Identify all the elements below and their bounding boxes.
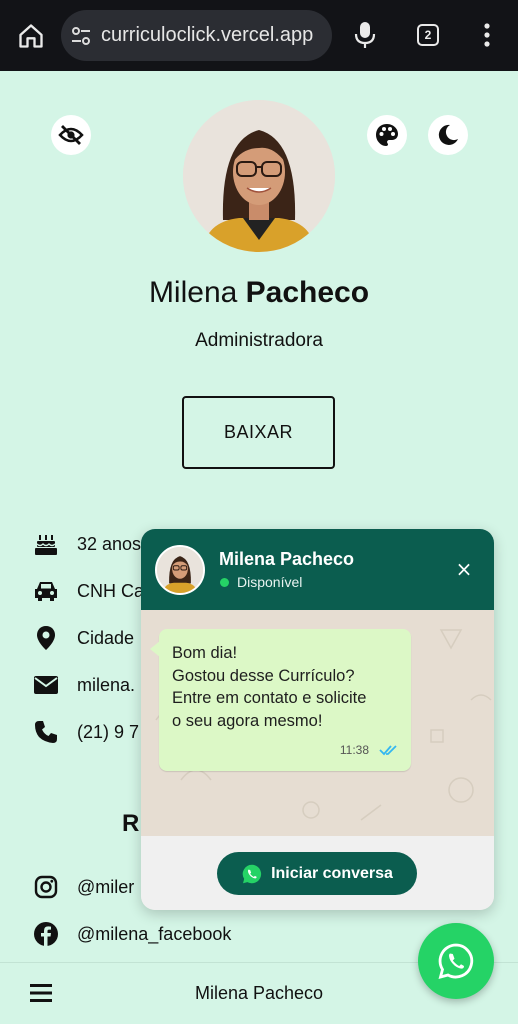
first-name: Milena	[148, 276, 238, 309]
info-text: milena.	[77, 674, 136, 695]
browser-toolbar: curriculoclick.vercel.app 2	[0, 0, 518, 71]
info-city-row: Cidade	[32, 623, 134, 653]
double-check-icon	[379, 745, 397, 756]
start-conversation-label: Iniciar conversa	[271, 864, 393, 882]
theme-color-button[interactable]	[367, 115, 407, 155]
chat-header: Milena Pacheco Disponível ×	[141, 529, 494, 610]
info-text: (21) 9 7	[77, 721, 140, 742]
hide-toggle-button[interactable]	[51, 115, 91, 155]
more-options-icon[interactable]	[482, 22, 492, 48]
close-icon[interactable]: ×	[453, 558, 475, 580]
site-settings-icon[interactable]	[71, 26, 91, 46]
online-status-dot	[220, 578, 229, 587]
download-button[interactable]: BAIXAR	[182, 396, 335, 469]
message-line: Bom dia!	[172, 644, 238, 662]
profile-role: Administradora	[195, 330, 323, 351]
start-conversation-button[interactable]: Iniciar conversa	[217, 852, 417, 895]
eye-off-icon	[58, 125, 84, 145]
profile-photo	[183, 100, 335, 252]
microphone-icon[interactable]	[353, 21, 377, 49]
message-time: 11:38	[339, 743, 369, 757]
cake-icon	[32, 531, 60, 557]
message-line: o seu agora mesmo!	[172, 711, 323, 730]
phone-icon	[32, 719, 60, 745]
url-text: curriculoclick.vercel.app	[101, 24, 314, 46]
social-facebook-row[interactable]: @milena_facebook	[32, 919, 231, 949]
whatsapp-icon	[438, 943, 474, 979]
message-line: Gostou desse Currículo?	[172, 666, 355, 685]
profile-name: Milena Pacheco	[0, 276, 518, 310]
info-email-row: milena.	[32, 670, 135, 700]
facebook-icon	[32, 921, 60, 947]
social-text: @miler	[77, 876, 135, 897]
address-bar[interactable]: curriculoclick.vercel.app	[61, 10, 332, 61]
email-icon	[32, 672, 60, 698]
location-icon	[32, 625, 60, 651]
info-text: CNH Ca	[77, 580, 145, 601]
info-age-row: 32 anos	[32, 529, 141, 559]
dark-mode-button[interactable]	[428, 115, 468, 155]
info-phone-row: (21) 9 7	[32, 717, 139, 747]
social-instagram-row[interactable]: @miler	[32, 872, 134, 902]
palette-icon	[376, 124, 398, 146]
car-icon	[32, 578, 60, 604]
last-name: Pacheco	[245, 276, 370, 309]
info-text: 32 anos	[77, 533, 142, 554]
chat-avatar	[155, 545, 205, 595]
chat-contact-name: Milena Pacheco	[219, 549, 355, 569]
chat-footer: Iniciar conversa	[141, 836, 494, 910]
chat-message-bubble: Bom dia! Gostou desse Currículo? Entre e…	[150, 629, 411, 771]
moon-icon	[438, 124, 458, 145]
message-line: Entre em contato e solicite	[172, 689, 367, 707]
tab-switcher-button[interactable]: 2	[417, 24, 439, 46]
section-heading: R	[122, 810, 140, 837]
social-text: @milena_facebook	[77, 923, 232, 944]
whatsapp-floating-button[interactable]	[418, 923, 494, 999]
whatsapp-chat-popup: Milena Pacheco Disponível × Bom dia! Gos…	[141, 529, 494, 910]
whatsapp-icon	[242, 864, 262, 883]
info-text: Cidade	[77, 627, 135, 648]
instagram-icon	[32, 874, 60, 900]
info-license-row: CNH Ca	[32, 576, 144, 606]
home-icon[interactable]	[17, 22, 45, 50]
chat-status-text: Disponível	[237, 574, 303, 590]
